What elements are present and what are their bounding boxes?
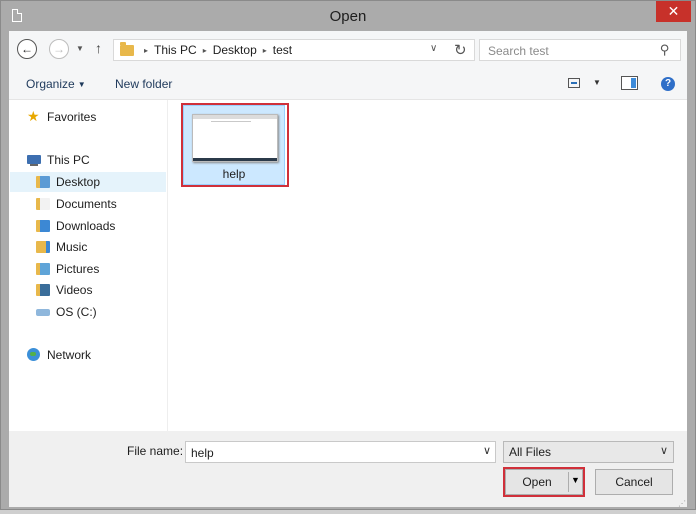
file-name-combo: ∨ xyxy=(185,441,496,463)
file-name-input[interactable] xyxy=(189,444,473,462)
chevron-right-icon[interactable]: ▸ xyxy=(144,46,148,55)
chevron-down-icon: ∨ xyxy=(659,445,668,457)
breadcrumb-desktop[interactable]: Desktop xyxy=(213,43,257,57)
star-icon: ★ xyxy=(27,108,40,124)
search-icon[interactable]: ⚲ xyxy=(660,42,670,58)
sidebar-item-label: This PC xyxy=(47,153,90,167)
drive-icon xyxy=(36,309,50,316)
address-bar[interactable]: ▸ This PC ▸ Desktop ▸ test ∨ ↻ xyxy=(113,39,475,61)
dialog-footer: File name: ∨ All Files ∨ Open ▼ Cancel ⋰ xyxy=(9,431,687,507)
file-name-label: File name: xyxy=(127,444,184,458)
sidebar-item-label: Videos xyxy=(56,283,93,297)
sidebar-item-label: Music xyxy=(56,240,88,254)
music-folder-icon xyxy=(36,241,50,253)
change-view-icon[interactable] xyxy=(568,78,580,88)
thumbnail-line xyxy=(211,121,251,122)
chevron-right-icon[interactable]: ▸ xyxy=(263,46,267,55)
view-options-dropdown-icon[interactable]: ▼ xyxy=(593,78,601,87)
dropdown-arrow-icon: ▼ xyxy=(77,80,86,89)
address-row: ← → ▼ ↑ ▸ This PC ▸ Desktop ▸ test ∨ ↻ ⚲ xyxy=(9,31,687,69)
computer-icon xyxy=(27,155,41,166)
navigation-pane: ★ Favorites This PC Desktop Documents Do… xyxy=(9,100,168,431)
sidebar-item-label: Documents xyxy=(56,197,117,211)
sidebar-item-label: Pictures xyxy=(56,262,100,276)
refresh-icon[interactable]: ↻ xyxy=(454,41,467,59)
window-title: Open xyxy=(329,8,367,25)
folder-icon xyxy=(120,42,134,56)
downloads-folder-icon xyxy=(36,220,50,232)
forward-button[interactable]: → xyxy=(49,39,69,59)
file-item-help[interactable]: help xyxy=(183,105,285,185)
sidebar-item-label: OS (C:) xyxy=(56,305,97,319)
new-folder-button[interactable]: New folder xyxy=(115,77,172,91)
search-input[interactable] xyxy=(486,42,650,60)
recent-locations-icon[interactable]: ▼ xyxy=(76,44,84,53)
desktop-folder-icon xyxy=(36,176,50,188)
sidebar-item-label: Favorites xyxy=(47,110,97,124)
breadcrumb: ▸ This PC ▸ Desktop ▸ test xyxy=(138,43,292,57)
file-type-filter[interactable]: All Files ∨ xyxy=(503,441,674,463)
breadcrumb-this-pc[interactable]: This PC xyxy=(154,43,197,57)
network-icon xyxy=(27,348,40,361)
command-bar: Organize ▼ New folder ▼ ? xyxy=(9,69,687,100)
title-bar[interactable]: Open ✕ xyxy=(1,1,695,31)
file-list[interactable]: help xyxy=(168,100,687,431)
breadcrumb-test[interactable]: test xyxy=(273,43,292,57)
help-icon[interactable]: ? xyxy=(661,77,675,91)
resize-grip-icon[interactable]: ⋰ xyxy=(678,499,686,507)
file-name-label: help xyxy=(222,167,246,181)
open-dialog: Open ✕ ← → ▼ ↑ ▸ This PC ▸ Desktop ▸ test ∨ ↻… xyxy=(0,0,696,510)
organize-label: Organize xyxy=(26,77,75,91)
documents-folder-icon xyxy=(36,198,50,210)
file-thumbnail xyxy=(192,114,278,162)
sidebar-item-label: Downloads xyxy=(56,219,116,233)
cancel-button[interactable]: Cancel xyxy=(595,469,673,495)
thumbnail-titlebar xyxy=(193,115,277,119)
chevron-down-icon[interactable]: ∨ xyxy=(483,444,491,457)
sidebar-item-desktop[interactable]: Desktop xyxy=(10,172,166,192)
sidebar-item-label: Network xyxy=(47,348,92,362)
dialog-body: ← → ▼ ↑ ▸ This PC ▸ Desktop ▸ test ∨ ↻ ⚲ Orga… xyxy=(9,31,687,507)
search-box: ⚲ xyxy=(479,39,681,61)
preview-pane-icon[interactable] xyxy=(621,76,638,90)
file-type-value: All Files xyxy=(509,445,552,459)
videos-folder-icon xyxy=(36,284,50,296)
split-divider xyxy=(568,472,569,492)
chevron-down-icon[interactable]: ∨ xyxy=(430,43,437,54)
open-button-label: Open xyxy=(522,475,552,489)
pictures-folder-icon xyxy=(36,263,50,275)
open-options-arrow-icon[interactable]: ▼ xyxy=(571,475,580,485)
chevron-right-icon[interactable]: ▸ xyxy=(203,46,207,55)
organize-button[interactable]: Organize ▼ xyxy=(26,77,86,91)
up-button[interactable]: ↑ xyxy=(95,40,102,56)
thumbnail-taskbar xyxy=(193,158,277,161)
back-button[interactable]: ← xyxy=(17,39,37,59)
close-button[interactable]: ✕ xyxy=(656,1,691,22)
sidebar-item-label: Desktop xyxy=(56,175,101,189)
open-button[interactable]: Open ▼ xyxy=(505,469,583,495)
